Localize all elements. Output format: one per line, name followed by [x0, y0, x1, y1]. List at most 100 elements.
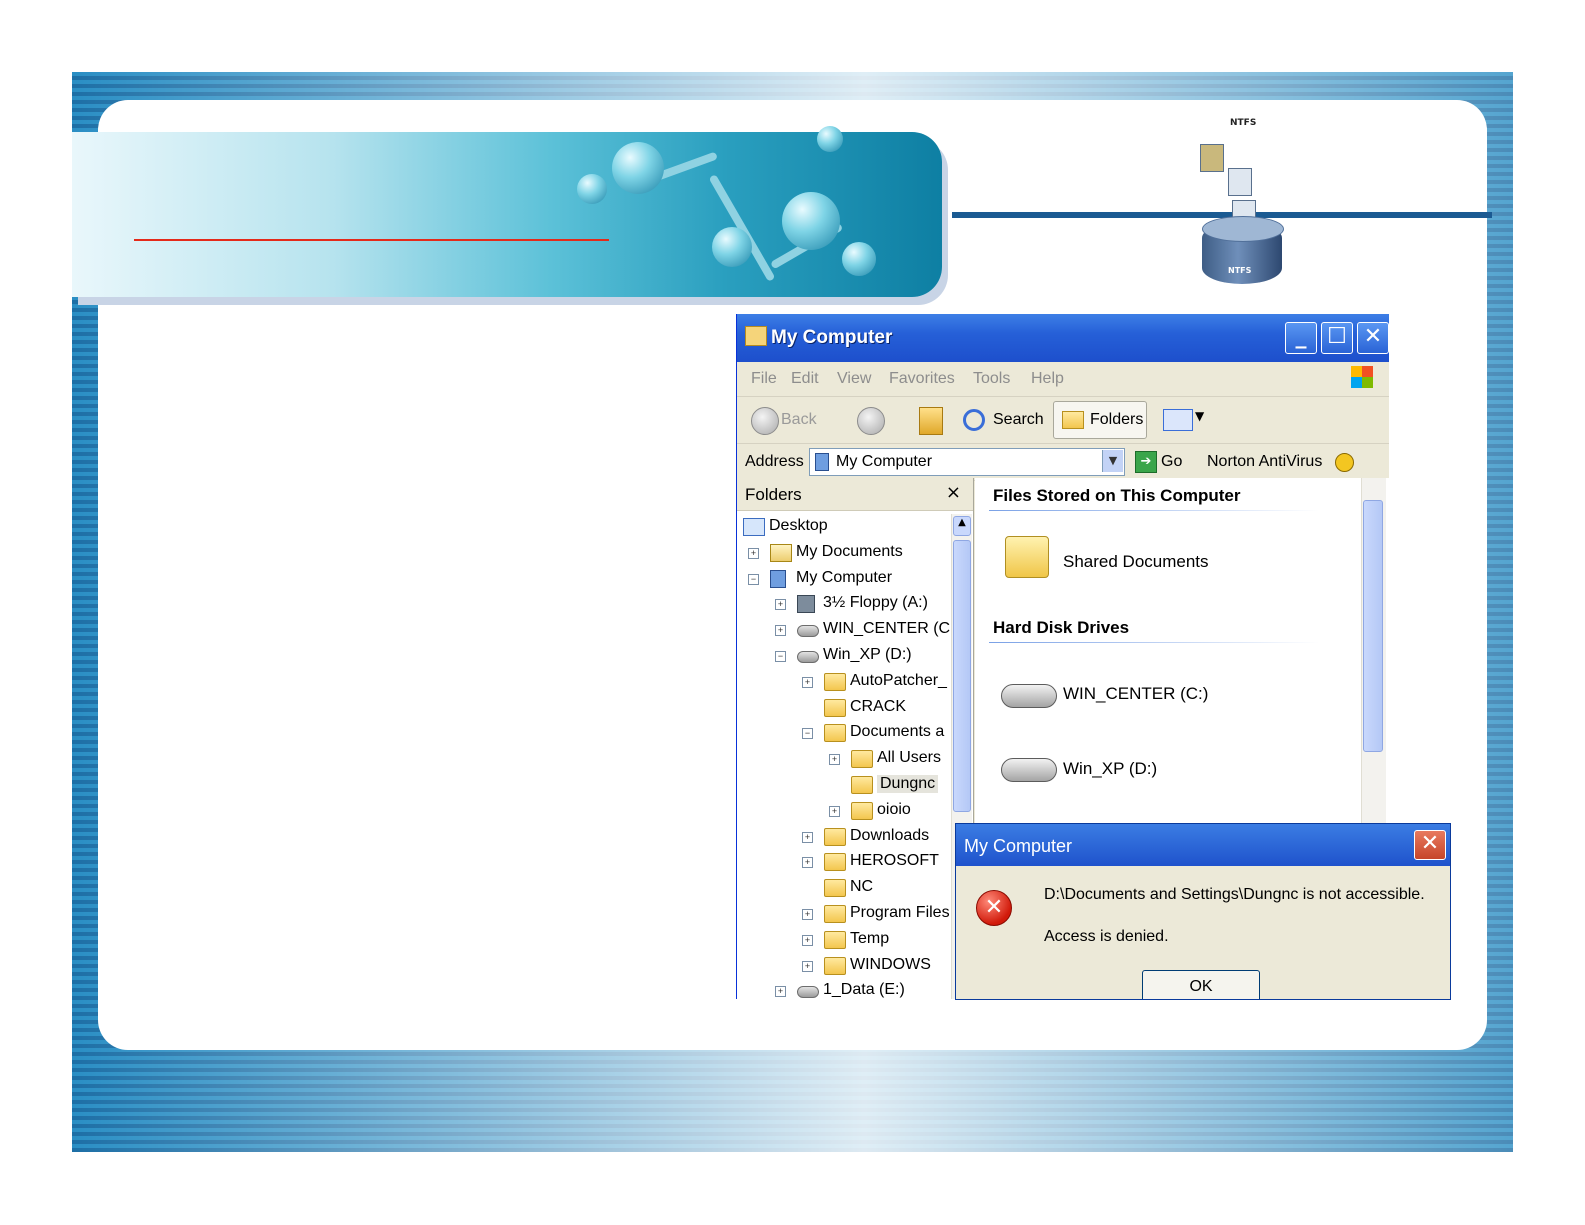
- error-icon: ✕: [976, 890, 1012, 926]
- tree-item-label: 1_Data (E:): [823, 981, 905, 999]
- expand-plus-icon[interactable]: +: [802, 934, 813, 946]
- drive-icon: [797, 625, 819, 638]
- tree-item-label: Dungnc: [877, 775, 939, 793]
- folder-icon: [824, 879, 846, 898]
- mydocs-icon: [770, 543, 792, 562]
- mycomp-icon: [770, 569, 786, 588]
- maximize-button[interactable]: ☐: [1321, 322, 1353, 354]
- expand-plus-icon[interactable]: +: [775, 986, 786, 998]
- folder-icon: [824, 930, 846, 949]
- expand-plus-icon[interactable]: +: [775, 599, 786, 611]
- folders-button-label: Folders: [1090, 411, 1144, 428]
- tree-item-label: oioio: [877, 800, 911, 818]
- expand-plus-icon[interactable]: +: [802, 831, 813, 843]
- drive-icon: [797, 986, 819, 999]
- section-files-heading: Files Stored on This Computer: [993, 486, 1241, 505]
- address-input[interactable]: My Computer ▼: [809, 448, 1125, 476]
- folder-icon: [824, 724, 846, 743]
- address-label: Address: [745, 453, 804, 470]
- up-folder-icon[interactable]: [919, 407, 943, 435]
- minimize-button[interactable]: _: [1285, 322, 1317, 354]
- my-computer-icon: [815, 453, 829, 471]
- expand-plus-icon[interactable]: +: [802, 857, 813, 869]
- molecule-bond: [708, 174, 776, 282]
- folder-icon: [824, 956, 846, 975]
- drive-d-label[interactable]: Win_XP (D:): [1063, 759, 1157, 779]
- tree-item-label: My Computer: [796, 568, 893, 586]
- floppy-icon: [797, 595, 815, 614]
- menu-help[interactable]: Help: [1031, 370, 1064, 388]
- expand-plus-icon[interactable]: +: [748, 547, 759, 559]
- folders-pane: Folders × Desktop + My Documents − My Comput…: [737, 478, 974, 999]
- dialog-message: D:\Documents and Settings\Dungnc is not …: [1044, 886, 1425, 903]
- title-underline: [134, 239, 609, 241]
- molecule-sphere: [612, 142, 664, 194]
- drive-c-label[interactable]: WIN_CENTER (C:): [1063, 684, 1208, 704]
- tree-item-label: Win_XP (D:): [823, 646, 912, 663]
- expand-plus-icon[interactable]: +: [829, 805, 840, 817]
- molecule-sphere: [712, 227, 752, 267]
- views-icon[interactable]: [1163, 409, 1193, 431]
- tree-item-label: WIN_CENTER (C: [823, 620, 951, 638]
- folder-icon: [824, 698, 846, 717]
- norton-antivirus-label[interactable]: Norton AntiVirus: [1207, 453, 1322, 471]
- expand-plus-icon[interactable]: +: [829, 754, 840, 766]
- content-scroll-thumb[interactable]: [1363, 500, 1383, 752]
- molecule-sphere: [817, 126, 843, 152]
- tree-item-label: Downloads: [850, 826, 930, 844]
- shared-documents-label[interactable]: Shared Documents: [1063, 552, 1209, 572]
- menu-bar: File Edit View Favorites Tools Help: [737, 362, 1389, 397]
- folder-icon: [851, 750, 873, 769]
- folders-pane-title: Folders: [745, 485, 802, 504]
- collapse-minus-icon[interactable]: −: [775, 651, 786, 662]
- window-titlebar[interactable]: My Computer _ ☐ ✕: [737, 314, 1389, 362]
- hard-drive-icon[interactable]: [1001, 684, 1057, 708]
- scroll-up-arrow[interactable]: ▲: [953, 516, 971, 536]
- tree-item-label: Temp: [850, 929, 890, 947]
- dialog-titlebar[interactable]: My Computer ✕: [956, 824, 1450, 866]
- back-button-label[interactable]: Back: [781, 411, 817, 429]
- menu-favorites[interactable]: Favorites: [889, 370, 955, 388]
- search-icon[interactable]: [963, 409, 985, 431]
- collapse-minus-icon[interactable]: −: [748, 573, 759, 585]
- menu-view[interactable]: View: [837, 370, 871, 388]
- hard-drive-icon[interactable]: [1001, 758, 1057, 782]
- molecule-sphere: [842, 242, 876, 276]
- address-bar: Address My Computer ▼ ➔ Go Norton AntiVi…: [737, 444, 1389, 481]
- folders-scroll-thumb[interactable]: [953, 540, 971, 812]
- folder-icon: [824, 827, 846, 846]
- expand-plus-icon[interactable]: +: [802, 676, 813, 688]
- address-dropdown-button[interactable]: ▼: [1102, 450, 1123, 472]
- expand-plus-icon[interactable]: +: [802, 909, 813, 920]
- search-button-label[interactable]: Search: [993, 411, 1044, 429]
- windows-logo-icon: [1351, 366, 1373, 388]
- go-arrow-icon[interactable]: ➔: [1135, 451, 1157, 473]
- dialog-close-button[interactable]: ✕: [1414, 830, 1446, 860]
- tree-item-label: Program Files: [850, 904, 950, 921]
- tree-item-label: 3½ Floppy (A:): [823, 594, 928, 612]
- forward-arrow-icon[interactable]: [857, 407, 885, 435]
- menu-file[interactable]: File: [751, 370, 777, 388]
- back-arrow-icon[interactable]: [751, 407, 779, 435]
- desktop-icon: [743, 518, 765, 536]
- norton-icon[interactable]: [1335, 453, 1354, 472]
- access-denied-dialog: My Computer ✕ ✕ D:\Documents and Setting…: [955, 823, 1451, 1000]
- menu-tools[interactable]: Tools: [973, 370, 1010, 388]
- folders-button[interactable]: Folders: [1053, 401, 1147, 439]
- section-rule: [989, 510, 1319, 511]
- tree-item-label: HEROSOFT: [850, 852, 939, 870]
- ntfs-top-label: NTFS: [1230, 118, 1257, 128]
- folder-icon: [851, 776, 873, 794]
- shared-documents-folder-icon[interactable]: [1005, 536, 1049, 578]
- expand-plus-icon[interactable]: +: [775, 625, 786, 637]
- go-button-label[interactable]: Go: [1161, 453, 1182, 471]
- drive-icon: [797, 651, 819, 663]
- ok-button[interactable]: OK: [1142, 970, 1260, 999]
- collapse-minus-icon[interactable]: −: [802, 728, 813, 740]
- views-dropdown-arrow[interactable]: ▼: [1195, 409, 1204, 423]
- section-rule: [989, 642, 1319, 643]
- expand-plus-icon[interactable]: +: [802, 960, 813, 972]
- menu-edit[interactable]: Edit: [791, 370, 819, 388]
- close-button[interactable]: ✕: [1357, 322, 1389, 354]
- folders-pane-close-icon[interactable]: ×: [946, 482, 961, 503]
